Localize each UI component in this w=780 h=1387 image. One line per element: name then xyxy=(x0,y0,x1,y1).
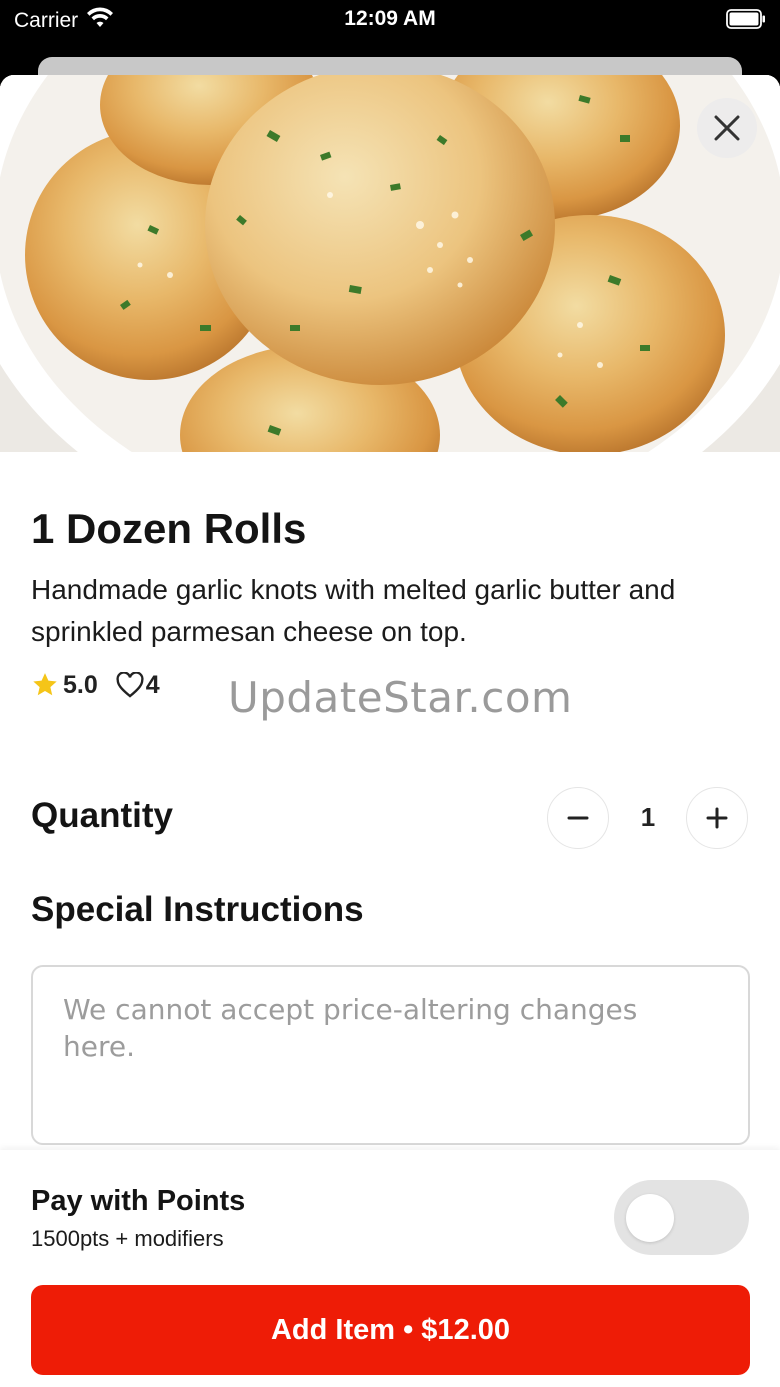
watermark: UpdateStar.com xyxy=(228,673,573,722)
special-instructions-input[interactable] xyxy=(31,965,750,1145)
add-item-button[interactable]: Add Item • $12.00 xyxy=(31,1285,750,1375)
heart-icon[interactable] xyxy=(116,672,144,698)
product-modal: 1 Dozen Rolls Handmade garlic knots with… xyxy=(0,75,780,1387)
points-cost: 1500pts + modifiers xyxy=(31,1226,224,1251)
battery-icon xyxy=(726,9,766,29)
product-description: Handmade garlic knots with melted garlic… xyxy=(31,574,676,647)
status-time: 12:09 AM xyxy=(344,7,436,30)
likes-count: 4 xyxy=(145,670,160,699)
minus-icon xyxy=(567,816,589,820)
quantity-value: 1 xyxy=(640,802,656,832)
product-image xyxy=(0,75,780,452)
status-bar: Carrier 12:09 AM xyxy=(0,0,780,40)
special-instructions-label: Special Instructions xyxy=(31,890,364,929)
close-button[interactable] xyxy=(697,98,757,158)
checkout-panel: Pay with Points 1500pts + modifiers Add … xyxy=(0,1150,780,1387)
decrease-quantity-button[interactable] xyxy=(547,787,609,849)
rating-value: 5.0 xyxy=(63,670,98,699)
pay-with-points-label: Pay with Points xyxy=(31,1185,246,1217)
toggle-knob xyxy=(626,1194,674,1242)
quantity-label: Quantity xyxy=(31,796,173,835)
plus-icon xyxy=(706,807,728,829)
pay-with-points-toggle[interactable] xyxy=(614,1180,749,1255)
product-stats: 5.0 4 xyxy=(31,670,160,700)
product-title: 1 Dozen Rolls xyxy=(31,505,307,552)
close-icon xyxy=(714,115,740,141)
star-icon xyxy=(33,673,57,696)
increase-quantity-button[interactable] xyxy=(686,787,748,849)
